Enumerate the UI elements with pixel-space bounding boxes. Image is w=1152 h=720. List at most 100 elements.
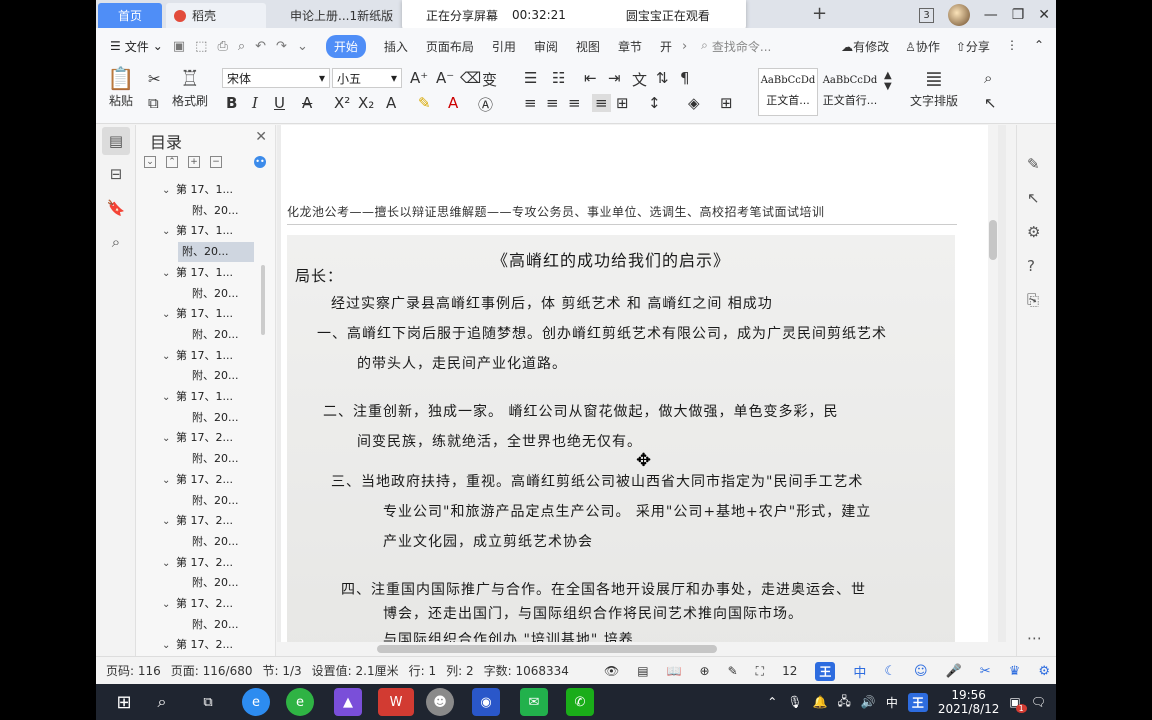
chevron-down-icon[interactable]: ⌄ [162, 181, 176, 201]
restore-icon[interactable]: ❐ [1012, 7, 1025, 23]
more-icon[interactable]: ⋮ [1006, 38, 1018, 55]
line-spacing-icon[interactable]: ↕ [648, 94, 661, 112]
settings-icon[interactable]: ⚙ [1038, 664, 1050, 679]
select-icon[interactable]: ↖ [1027, 189, 1040, 207]
export-icon[interactable]: ⬚ [195, 39, 207, 54]
chevron-down-icon[interactable]: ⌄ [162, 636, 176, 656]
more-icon[interactable]: ⋯ [1027, 629, 1042, 647]
toc-chapter-item[interactable]: ⌄ 第 17、1... [162, 346, 233, 366]
collapse-icon[interactable]: ⌃ [166, 156, 178, 168]
font-color-icon[interactable]: A [448, 94, 458, 112]
paste-button[interactable]: 📋 粘贴 [106, 68, 136, 109]
toc-appendix-item[interactable]: 附、20... [192, 284, 239, 304]
file-menu[interactable]: ☰ 文件 ⌄ [110, 38, 163, 55]
chevron-down-icon[interactable]: ⌄ [162, 512, 176, 532]
page-view-icon[interactable]: ▤ [637, 664, 648, 678]
toc-chapter-item[interactable]: ⌄ 第 17、2... [162, 553, 233, 573]
menu-insert[interactable]: 插入 [384, 38, 408, 55]
windows-start-icon[interactable]: ⊞ [110, 688, 138, 716]
wps-icon[interactable]: W [378, 688, 414, 716]
web-view-icon[interactable]: ⊕ [700, 664, 710, 678]
toc-appendix-item[interactable]: 附、20... [178, 242, 254, 263]
toc-chapter-item[interactable]: ⌄ 第 17、1... [162, 180, 233, 200]
toc-chapter-item[interactable]: ⌄ 第 17、2... [162, 635, 233, 655]
increase-indent-icon[interactable]: ⇥ [608, 69, 621, 87]
distribute-icon[interactable]: ⊞ [616, 94, 629, 112]
preview-icon[interactable]: ⌕ [238, 39, 245, 54]
remove-heading-icon[interactable]: − [210, 156, 222, 168]
toc-appendix-item[interactable]: 附、20... [192, 408, 239, 428]
toc-panel-icon[interactable]: ▤ [102, 127, 130, 155]
status-page[interactable]: 页面: 116/680 [171, 662, 253, 679]
toc-appendix-item[interactable]: 附、20... [192, 615, 239, 635]
chapter-nav-icon[interactable]: ⊟ [106, 165, 126, 185]
toc-appendix-item[interactable]: 附、20... [192, 491, 239, 511]
tab-home[interactable]: 首页 [98, 3, 162, 28]
select-icon[interactable]: ↖ [984, 94, 997, 112]
shading-icon[interactable]: ◈ [688, 94, 700, 112]
phone-app-icon[interactable]: ✆ [566, 688, 594, 716]
toc-appendix-item[interactable]: 附、20... [192, 449, 239, 469]
skin-icon[interactable]: ♛ [1009, 664, 1021, 679]
toc-appendix-item[interactable]: 附、20... [192, 366, 239, 386]
search-icon[interactable]: ⌕ [148, 688, 176, 716]
share-button[interactable]: ⇧分享 [956, 38, 990, 55]
chevron-down-icon[interactable]: ⌄ [162, 388, 176, 408]
volume-icon[interactable]: 🔊 [861, 695, 876, 709]
vertical-scrollbar[interactable] [988, 125, 998, 642]
phonetic-icon[interactable]: 变 [482, 69, 497, 90]
cut-icon[interactable]: ✂ [148, 70, 161, 88]
network-icon[interactable]: 🖧 [838, 692, 851, 713]
help-icon[interactable]: ? [1027, 257, 1035, 275]
menu-reference[interactable]: 引用 [492, 38, 516, 55]
browser-icon[interactable]: e [242, 688, 270, 716]
adjust-icon[interactable]: ⚙ [1027, 223, 1040, 241]
tab-docer[interactable]: 稻壳 [166, 3, 266, 28]
underline-icon[interactable]: U [274, 94, 285, 112]
show-marks-icon[interactable]: ¶ [680, 69, 690, 87]
toc-appendix-item[interactable]: 附、20... [192, 532, 239, 552]
strikethrough-icon[interactable]: A [302, 94, 312, 112]
print-icon[interactable]: ⎙ [217, 39, 227, 54]
align-right-icon[interactable]: ≡ [568, 94, 581, 112]
pen-icon[interactable]: ✎ [1027, 155, 1040, 173]
clock[interactable]: 19:56 2021/8/12 [938, 688, 1000, 716]
chevron-down-icon[interactable]: ⌄ [162, 595, 176, 615]
search-icon[interactable]: ⌕ [106, 233, 126, 253]
chevron-down-icon[interactable]: ⌄ [162, 264, 176, 284]
chevron-up-icon[interactable]: ⌃ [767, 695, 777, 709]
mic-icon[interactable]: 🎙 [787, 695, 802, 709]
align-center-icon[interactable]: ≡ [546, 94, 559, 112]
shrink-font-icon[interactable]: A⁻ [436, 69, 454, 87]
menu-layout[interactable]: 页面布局 [426, 38, 474, 55]
char-border-icon[interactable]: Ⓐ [478, 94, 493, 115]
mic-icon[interactable]: 🎤 [946, 664, 962, 679]
ime-lang[interactable]: 中 [853, 662, 866, 681]
menu-review[interactable]: 审阅 [534, 38, 558, 55]
close-icon[interactable]: ✕ [1038, 7, 1050, 23]
bold-icon[interactable]: B [226, 94, 237, 112]
app-icon[interactable]: ▲ [334, 688, 362, 716]
emoji-icon[interactable]: ☺ [914, 664, 928, 679]
read-view-icon[interactable]: 📖 [667, 664, 682, 678]
collaborate-button[interactable]: ♙协作 [905, 38, 940, 55]
has-changes-button[interactable]: ☁有修改 [841, 38, 889, 55]
browser2-icon[interactable]: e [286, 688, 314, 716]
toc-chapter-item[interactable]: ⌄ 第 17、1... [162, 221, 233, 241]
style-body-first-indent[interactable]: AaBbCcDd 正文首行... [820, 68, 880, 116]
fit-icon[interactable]: ⛶ [756, 664, 764, 679]
ime-icon[interactable]: 王 [907, 692, 928, 712]
chevron-right-icon[interactable]: › [682, 39, 687, 54]
toc-chapter-item[interactable]: ⌄ 第 17、1... [162, 387, 233, 407]
menu-start[interactable]: 开始 [325, 34, 366, 58]
document-page[interactable]: 化龙池公考——擅长以辩证思维解题——专攻公务员、事业单位、选调生、高校招考笔试面… [281, 125, 992, 642]
add-heading-icon[interactable]: + [188, 156, 200, 168]
numbered-list-icon[interactable]: ☷ [552, 69, 565, 87]
find-icon[interactable]: ⌕ [984, 69, 992, 87]
tab-document[interactable]: 申论上册...1新纸版 [282, 3, 402, 28]
window-count-badge[interactable]: 3 [919, 7, 934, 23]
format-painter-button[interactable]: ♖ 格式刷 [172, 68, 208, 109]
menu-view[interactable]: 视图 [576, 38, 600, 55]
bookmark-icon[interactable]: 🔖 [106, 199, 126, 219]
moon-icon[interactable]: ☾ [884, 664, 896, 679]
